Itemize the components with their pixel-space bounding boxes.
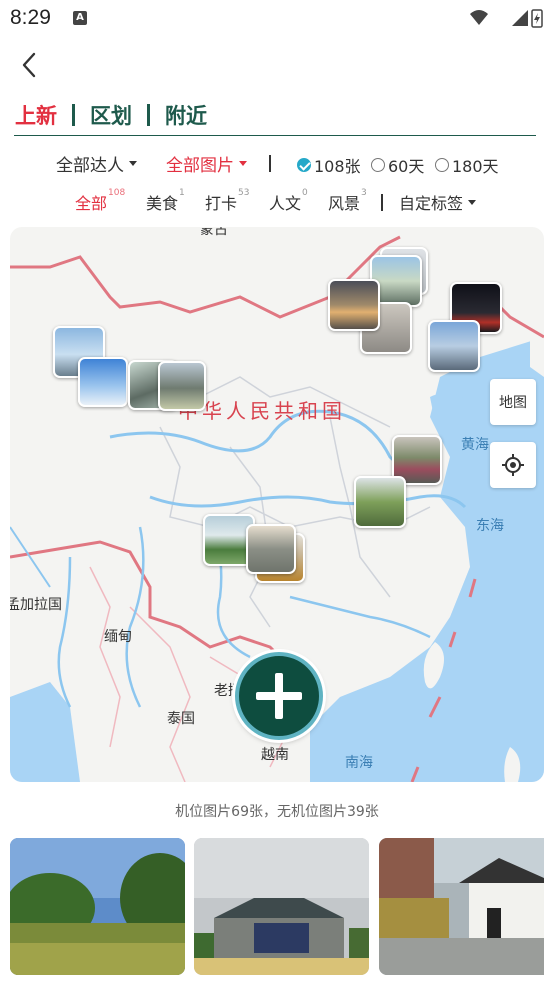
caret-down-icon [468, 199, 477, 205]
caret-down-icon [239, 161, 247, 166]
map-label-bangladesh: 孟加拉国 [10, 597, 62, 613]
images-dropdown[interactable]: 全部图片 [166, 151, 247, 176]
photo-thumbnail[interactable] [194, 838, 369, 975]
photo-summary: 机位图片69张，无机位图片39张 [175, 804, 379, 820]
tab-divider [147, 104, 150, 126]
add-button[interactable] [235, 652, 323, 740]
tag-scenery-label: 风景 [328, 194, 361, 213]
map-label-east-sea: 东海 [476, 518, 504, 534]
tag-scenery[interactable]: 风景3 [328, 188, 367, 214]
tab-nearby[interactable]: 附近 [165, 100, 207, 130]
tag-all-count: 108 [108, 188, 126, 198]
radio-108[interactable]: 108张 [297, 153, 361, 177]
radio-unchecked-icon [371, 158, 385, 172]
radio-108-label: 108张 [314, 157, 361, 176]
filter-row: 全部达人 全部图片 108张 60天 180天 [0, 151, 554, 179]
tag-food-label: 美食 [146, 194, 179, 213]
photo-image [194, 838, 369, 975]
caret-down-icon [129, 161, 137, 166]
radio-60-days[interactable]: 60天 [371, 153, 424, 177]
locate-button[interactable] [490, 442, 536, 488]
tag-checkin-label: 打卡 [205, 194, 238, 213]
tag-checkin-count: 53 [238, 188, 250, 198]
back-button[interactable] [14, 48, 44, 82]
photo-marker[interactable] [354, 476, 406, 528]
signal-icon [512, 10, 528, 26]
experts-dropdown[interactable]: 全部达人 [56, 151, 137, 176]
photo-image [379, 838, 544, 975]
map-label-south-sea: 南海 [345, 755, 373, 771]
photo-thumbnail[interactable] [10, 838, 185, 975]
tab-bar: 上新 区划 附近 [15, 98, 207, 132]
photo-marker[interactable] [428, 320, 480, 372]
images-label: 全部图片 [166, 156, 234, 176]
map-label-mongolia: 蒙古 [200, 227, 228, 238]
map-layer-label: 地图 [499, 395, 527, 411]
chevron-left-icon [22, 52, 36, 78]
tab-divider [72, 104, 75, 126]
status-time: 8:29 [10, 6, 51, 29]
radio-checked-icon [297, 158, 311, 172]
tag-scenery-count: 3 [361, 188, 367, 198]
map-label-myanmar: 缅甸 [104, 629, 132, 645]
status-bar: 8:29 A [0, 0, 554, 38]
photo-marker[interactable] [246, 524, 296, 574]
tag-row: 全部108 美食1 打卡53 人文0 风景3 自定标签 [0, 188, 554, 216]
tag-all[interactable]: 全部108 [75, 188, 126, 214]
filter-divider [269, 155, 271, 172]
wifi-icon [470, 10, 488, 25]
tag-all-label: 全部 [75, 194, 108, 213]
radio-unchecked-icon [435, 158, 449, 172]
tag-food-count: 1 [179, 188, 185, 198]
notification-icon: A [73, 11, 87, 25]
map-label-yellow-sea: 黄海 [461, 437, 489, 453]
tab-new[interactable]: 上新 [15, 100, 57, 130]
photo-marker[interactable] [328, 279, 380, 331]
locate-icon [502, 454, 524, 476]
tag-culture[interactable]: 人文0 [269, 188, 308, 214]
tabs-underline [14, 135, 536, 136]
photo-thumbnail[interactable] [379, 838, 554, 975]
map-label-vietnam: 越南 [261, 747, 289, 763]
experts-label: 全部达人 [56, 156, 124, 176]
tab-region[interactable]: 区划 [90, 100, 132, 130]
status-icons [470, 9, 543, 28]
photo-marker[interactable] [158, 361, 206, 411]
photo-marker[interactable] [78, 357, 128, 407]
radio-180-label: 180天 [452, 157, 499, 176]
map-label-thailand: 泰国 [167, 711, 195, 727]
photo-strip [10, 838, 544, 975]
tag-checkin[interactable]: 打卡53 [205, 188, 250, 214]
custom-tag-dropdown[interactable]: 自定标签 [399, 190, 477, 214]
tag-food[interactable]: 美食1 [146, 188, 185, 214]
map-layer-button[interactable]: 地图 [490, 379, 536, 425]
tag-culture-count: 0 [302, 188, 308, 198]
radio-60-label: 60天 [388, 157, 425, 176]
custom-tag-label: 自定标签 [399, 194, 464, 213]
map-view[interactable]: 蒙古 中华人民共和国 孟加拉国 缅甸 老挝 泰国 越南 黄海 东海 南海 地图 [10, 227, 544, 782]
tag-culture-label: 人文 [269, 194, 302, 213]
tag-divider [381, 194, 383, 211]
photo-image [10, 838, 185, 975]
radio-180-days[interactable]: 180天 [435, 153, 499, 177]
